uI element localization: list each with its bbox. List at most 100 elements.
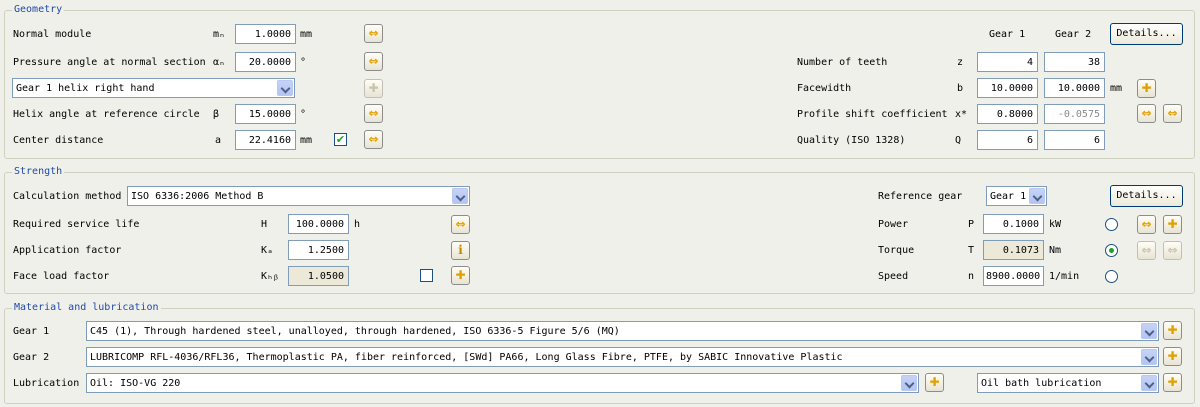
face-load-factor-plus-icon[interactable]: ✚ — [451, 266, 470, 285]
material-title: Material and lubrication — [12, 302, 161, 314]
chevron-down-icon[interactable] — [1029, 188, 1045, 204]
material-gear1-label: Gear 1 — [13, 326, 50, 337]
speed-symbol: n — [968, 271, 975, 282]
center-distance-symbol: a — [215, 135, 222, 146]
profile-shift-sync-icon[interactable]: ⇔ — [1137, 104, 1156, 123]
quality-symbol: Q — [955, 135, 962, 146]
speed-radio[interactable] — [1105, 270, 1118, 283]
center-distance-input[interactable]: 22.4160 — [235, 130, 296, 150]
service-life-symbol: H — [261, 219, 268, 230]
power-symbol: P — [968, 219, 975, 230]
chevron-down-icon[interactable] — [277, 80, 293, 96]
profile-shift-gear2-input[interactable]: -0.0575 — [1044, 104, 1105, 124]
power-unit: kW — [1049, 219, 1062, 230]
helix-angle-input[interactable]: 15.0000 — [235, 104, 296, 124]
profile-shift-sync-2-icon[interactable]: ⇔ — [1163, 104, 1182, 123]
application-factor-symbol: Kₐ — [261, 245, 274, 256]
speed-input[interactable]: 8900.0000 — [983, 266, 1044, 286]
chevron-down-icon[interactable] — [1141, 349, 1157, 365]
material-gear2-plus-icon[interactable]: ✚ — [1163, 347, 1182, 366]
face-load-factor-symbol: Kₕᵦ — [261, 271, 280, 282]
chevron-down-icon[interactable] — [452, 188, 468, 204]
helix-direction-select[interactable]: Gear 1 helix right hand — [12, 78, 295, 98]
gear2-column-header: Gear 2 — [1055, 29, 1092, 40]
torque-radio[interactable] — [1105, 244, 1118, 257]
facewidth-unit: mm — [1110, 83, 1123, 94]
profile-shift-gear1-input[interactable]: 0.8000 — [977, 104, 1038, 124]
chevron-down-icon[interactable] — [901, 375, 917, 391]
face-load-factor-checkbox[interactable] — [420, 269, 433, 282]
helix-angle-sync-icon[interactable]: ⇔ — [364, 104, 383, 123]
geometry-title: Geometry — [12, 4, 65, 16]
material-gear2-label: Gear 2 — [13, 352, 50, 363]
normal-module-input[interactable]: 1.0000 — [235, 24, 296, 44]
helix-angle-symbol: β — [213, 109, 220, 120]
torque-input[interactable]: 0.1073 — [983, 240, 1044, 260]
lubrication-type-value: Oil bath lubrication — [981, 378, 1102, 389]
facewidth-gear2-input[interactable]: 10.0000 — [1044, 78, 1105, 98]
helix-direction-plus-icon: ✚ — [364, 79, 383, 98]
strength-details-button[interactable]: Details... — [1110, 185, 1183, 207]
service-life-input[interactable]: 100.0000 — [288, 214, 349, 234]
pressure-angle-unit: ° — [300, 57, 307, 68]
material-gear1-select[interactable]: C45 (1), Through hardened steel, unalloy… — [86, 321, 1159, 341]
info-icon[interactable]: i — [451, 241, 470, 260]
geometry-details-button[interactable]: Details... — [1110, 23, 1183, 45]
pressure-angle-sync-icon[interactable]: ⇔ — [364, 52, 383, 71]
torque-label: Torque — [878, 245, 915, 256]
lubrication-type-plus-icon[interactable]: ✚ — [1163, 373, 1182, 392]
facewidth-symbol: b — [957, 83, 964, 94]
power-radio[interactable] — [1105, 218, 1118, 231]
chevron-down-icon[interactable] — [1141, 323, 1157, 339]
normal-module-label: Normal module — [13, 29, 92, 40]
material-gear1-plus-icon[interactable]: ✚ — [1163, 321, 1182, 340]
radio-selected-dot — [1109, 248, 1114, 253]
face-load-factor-input[interactable]: 1.0500 — [288, 266, 349, 286]
application-factor-input[interactable]: 1.2500 — [288, 240, 349, 260]
chevron-down-icon[interactable] — [1141, 375, 1157, 391]
speed-unit: 1/min — [1049, 271, 1080, 282]
normal-module-unit: mm — [300, 29, 313, 40]
material-gear2-value: LUBRICOMP RFL-4036/RFL36, Thermoplastic … — [90, 352, 843, 363]
service-life-unit: h — [354, 219, 361, 230]
pressure-angle-input[interactable]: 20.0000 — [235, 52, 296, 72]
normal-module-sync-icon[interactable]: ⇔ — [364, 24, 383, 43]
center-distance-label: Center distance — [13, 135, 104, 146]
material-gear2-select[interactable]: LUBRICOMP RFL-4036/RFL36, Thermoplastic … — [86, 347, 1159, 367]
teeth-symbol: z — [957, 57, 964, 68]
lubrication-plus-icon[interactable]: ✚ — [925, 373, 944, 392]
torque-unit: Nm — [1049, 245, 1062, 256]
lubrication-type-select[interactable]: Oil bath lubrication — [977, 373, 1159, 393]
teeth-gear2-input[interactable]: 38 — [1044, 52, 1105, 72]
helix-direction-value: Gear 1 helix right hand — [16, 83, 155, 94]
center-distance-unit: mm — [300, 135, 313, 146]
face-load-factor-label: Face load factor — [13, 271, 110, 282]
quality-gear2-input[interactable]: 6 — [1044, 130, 1105, 150]
reference-gear-select[interactable]: Gear 1 — [986, 186, 1047, 206]
power-sync-icon[interactable]: ⇔ — [1137, 215, 1156, 234]
power-plus-icon[interactable]: ✚ — [1163, 215, 1182, 234]
facewidth-gear1-input[interactable]: 10.0000 — [977, 78, 1038, 98]
reference-gear-label: Reference gear — [878, 191, 963, 202]
quality-gear1-input[interactable]: 6 — [977, 130, 1038, 150]
calc-method-value: ISO 6336:2006 Method B — [131, 191, 264, 202]
gear1-column-header: Gear 1 — [989, 29, 1026, 40]
facewidth-plus-icon[interactable]: ✚ — [1137, 79, 1156, 98]
facewidth-label: Facewidth — [797, 83, 852, 94]
helix-angle-label: Helix angle at reference circle — [13, 109, 200, 120]
center-distance-checkbox[interactable]: ✔ — [334, 133, 347, 146]
speed-label: Speed — [878, 271, 909, 282]
calc-method-label: Calculation method — [13, 191, 122, 202]
service-life-sync-icon[interactable]: ⇔ — [451, 215, 470, 234]
normal-module-symbol: mₙ — [213, 29, 226, 40]
torque-sync-2-icon: ⇔ — [1163, 241, 1182, 260]
reference-gear-value: Gear 1 — [990, 191, 1027, 202]
lubrication-select[interactable]: Oil: ISO-VG 220 — [86, 373, 919, 393]
teeth-gear1-input[interactable]: 4 — [977, 52, 1038, 72]
lubrication-label: Lubrication — [13, 378, 80, 389]
calc-method-select[interactable]: ISO 6336:2006 Method B — [127, 186, 470, 206]
pressure-angle-label: Pressure angle at normal section — [13, 57, 206, 68]
power-input[interactable]: 0.1000 — [983, 214, 1044, 234]
application-factor-label: Application factor — [13, 245, 122, 256]
center-distance-sync-icon[interactable]: ⇔ — [364, 130, 383, 149]
